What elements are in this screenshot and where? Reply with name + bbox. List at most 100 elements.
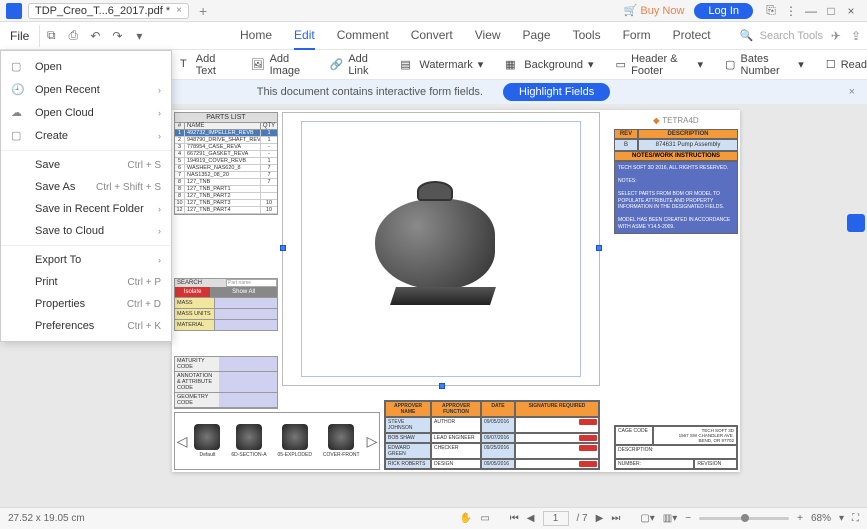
- attr-row[interactable]: GEOMETRY CODE: [175, 393, 277, 408]
- tab-page[interactable]: Page: [523, 22, 551, 50]
- rail-icon-1[interactable]: [847, 214, 865, 232]
- parts-row[interactable]: 8127_TNB_PART1: [175, 186, 277, 193]
- carousel-item[interactable]: Default: [194, 424, 220, 458]
- tab-edit[interactable]: Edit: [294, 22, 315, 50]
- prev-page-button[interactable]: ◀: [527, 513, 535, 524]
- carousel-item[interactable]: 6D-SECTION-A: [231, 424, 266, 458]
- part-name-input[interactable]: Part name: [226, 279, 277, 287]
- login-button[interactable]: Log In: [694, 3, 753, 19]
- copy-icon[interactable]: ⧉: [40, 28, 62, 43]
- page-input[interactable]: 1: [543, 511, 569, 526]
- pump-model[interactable]: [375, 199, 495, 289]
- parts-row[interactable]: 8127_TNB7: [175, 179, 277, 186]
- menu-item-save-to-cloud[interactable]: Save to Cloud›: [1, 220, 171, 242]
- tab-protect[interactable]: Protect: [673, 22, 711, 50]
- parts-list-panel: PARTS LIST # NAME QTY 1492732_IMPELLER_R…: [174, 112, 278, 215]
- parts-row[interactable]: 6WASHER_NAS620_87: [175, 165, 277, 172]
- menu-item-open[interactable]: ▢Open: [1, 55, 171, 78]
- last-page-button[interactable]: ⏭: [611, 513, 620, 524]
- carousel-prev-button[interactable]: ◁: [175, 433, 189, 450]
- close-icon[interactable]: ×: [849, 86, 855, 98]
- hand-tool-icon[interactable]: ✋: [460, 513, 472, 524]
- close-window-icon[interactable]: ×: [841, 4, 861, 18]
- menu-item-export-to[interactable]: Export To›: [1, 249, 171, 271]
- next-page-button[interactable]: ▶: [596, 513, 604, 524]
- add-image-button[interactable]: 🖼Add Image: [251, 53, 308, 77]
- menu-item-print[interactable]: PrintCtrl + P: [1, 271, 171, 293]
- view-single-icon[interactable]: ▢▾: [640, 513, 654, 524]
- read-checkbox[interactable]: ☐Read: [826, 58, 867, 71]
- menu-item-save-in-recent-folder[interactable]: Save in Recent Folder›: [1, 198, 171, 220]
- tab-form[interactable]: Form: [623, 22, 651, 50]
- new-tab-button[interactable]: +: [199, 3, 207, 19]
- approval-row: BOB SHAWLEAD ENGINEER09/07/2016: [385, 433, 599, 443]
- menu-item-preferences[interactable]: PreferencesCtrl + K: [1, 315, 171, 337]
- bates-label: Bates Number: [741, 53, 794, 77]
- highlight-fields-button[interactable]: Highlight Fields: [503, 83, 610, 101]
- tab-convert[interactable]: Convert: [411, 22, 453, 50]
- document-tab[interactable]: TDP_Creo_T...6_2017.pdf * ×: [28, 3, 189, 19]
- search-field-row[interactable]: MATERIAL: [175, 319, 277, 330]
- parts-row[interactable]: 4667291_GASKET_REVA-: [175, 151, 277, 158]
- background-button[interactable]: ▦Background▾: [505, 58, 593, 72]
- parts-row[interactable]: 3778954_CASE_REVA-: [175, 144, 277, 151]
- add-link-button[interactable]: 🔗Add Link: [330, 53, 379, 77]
- parts-row[interactable]: 2948790_DRIVE_SHAFT_REVA1: [175, 137, 277, 144]
- tab-tools[interactable]: Tools: [573, 22, 601, 50]
- share-icon[interactable]: ⇪: [851, 29, 861, 43]
- undo-icon[interactable]: ↶: [84, 29, 106, 43]
- menu-item-create[interactable]: ▢Create›: [1, 124, 171, 147]
- menu-item-properties[interactable]: PropertiesCtrl + D: [1, 293, 171, 315]
- search-tools[interactable]: 🔍 Search Tools: [740, 29, 823, 42]
- minimize-icon[interactable]: —: [801, 4, 821, 18]
- parts-row[interactable]: 10127_TNB_PART310: [175, 200, 277, 207]
- parts-row[interactable]: 1492732_IMPELLER_REVB1: [175, 130, 277, 137]
- carousel-item[interactable]: COVER-FRONT: [323, 424, 360, 458]
- tab-view[interactable]: View: [475, 22, 501, 50]
- maximize-icon[interactable]: □: [821, 4, 841, 18]
- parts-row[interactable]: 8127_TNB_PART2: [175, 193, 277, 200]
- zoom-in-button[interactable]: +: [797, 513, 803, 524]
- isolate-button[interactable]: Isolate: [175, 287, 210, 297]
- dropdown-icon[interactable]: ▾: [128, 29, 150, 43]
- show-all-button[interactable]: Show All: [210, 287, 277, 297]
- print-icon[interactable]: ⎙: [62, 28, 84, 43]
- parts-row[interactable]: 5194919_COVER_REVB1: [175, 158, 277, 165]
- bates-button[interactable]: ▢Bates Number▾: [725, 53, 804, 77]
- menu-shortcut: Ctrl + Shift + S: [96, 182, 161, 193]
- select-tool-icon[interactable]: ▭: [480, 513, 489, 524]
- buy-now-link[interactable]: 🛒 Buy Now: [624, 4, 685, 17]
- fullscreen-icon[interactable]: ⛶: [852, 513, 859, 524]
- menu-item-save[interactable]: SaveCtrl + S: [1, 154, 171, 176]
- close-icon[interactable]: ×: [176, 5, 182, 16]
- attr-row[interactable]: MATURITY CODE: [175, 357, 277, 372]
- attr-row[interactable]: ANNOTATION & ATTRIBUTE CODE: [175, 372, 277, 393]
- add-text-button[interactable]: TAdd Text: [180, 53, 229, 77]
- chevron-down-icon[interactable]: ▾: [839, 513, 844, 524]
- tab-home[interactable]: Home: [240, 22, 272, 50]
- notifications-icon[interactable]: ⎘: [761, 3, 781, 18]
- 3d-view[interactable]: [282, 112, 600, 386]
- first-page-button[interactable]: ⏮: [510, 513, 519, 524]
- tab-comment[interactable]: Comment: [337, 22, 389, 50]
- approver-name-header: APPROVER NAME: [385, 401, 431, 417]
- kebab-icon[interactable]: ⋮: [781, 4, 801, 18]
- search-field-row[interactable]: MASS: [175, 297, 277, 308]
- view-continuous-icon[interactable]: ▥▾: [663, 513, 677, 524]
- zoom-out-button[interactable]: −: [685, 513, 691, 524]
- menu-item-open-recent[interactable]: 🕘Open Recent›: [1, 78, 171, 101]
- carousel-next-button[interactable]: ▷: [365, 433, 379, 450]
- carousel-item[interactable]: 05-EXPLODED: [278, 424, 312, 458]
- file-button[interactable]: File: [0, 25, 40, 47]
- zoom-slider[interactable]: [699, 517, 789, 520]
- search-field-row[interactable]: MASS UNITS: [175, 308, 277, 319]
- header-footer-button[interactable]: ▭Header & Footer▾: [616, 53, 703, 77]
- menu-item-save-as[interactable]: Save AsCtrl + Shift + S: [1, 176, 171, 198]
- parts-row[interactable]: 7NAS1352_08_207: [175, 172, 277, 179]
- menu-label: Open Recent: [35, 84, 154, 96]
- parts-row[interactable]: 12127_TNB_PART410: [175, 207, 277, 214]
- redo-icon[interactable]: ↷: [106, 29, 128, 43]
- send-icon[interactable]: ✈: [831, 29, 841, 43]
- watermark-button[interactable]: ▤Watermark▾: [400, 58, 483, 72]
- menu-item-open-cloud[interactable]: ☁Open Cloud›: [1, 101, 171, 124]
